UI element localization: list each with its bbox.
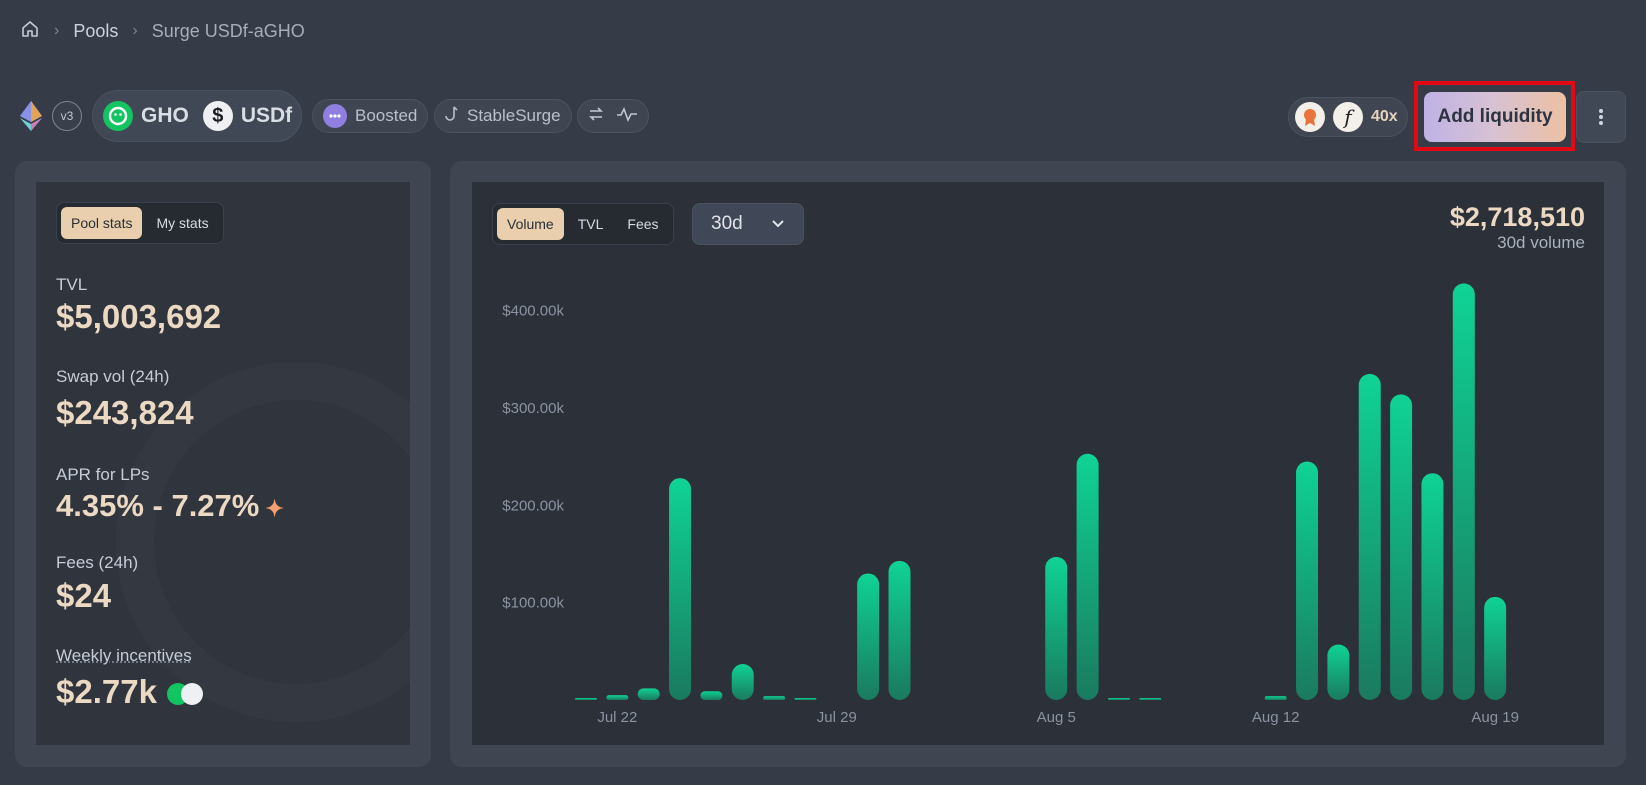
volume-chart: $100.00k $200.00k $300.00k $400.00k Jul 22 Ju… (502, 283, 1519, 726)
chart-bar[interactable] (763, 696, 786, 700)
y-tick-label: $400.00k (502, 303, 564, 320)
chart-bar[interactable] (1264, 696, 1287, 700)
more-vertical-icon[interactable] (1576, 91, 1626, 143)
chart-bar[interactable] (1452, 283, 1475, 700)
incentive-token-icons (166, 683, 203, 706)
stablesurge-label: StableSurge (467, 106, 561, 125)
chart-bar[interactable] (1421, 473, 1444, 700)
chart-bar[interactable] (1484, 596, 1507, 700)
medal-icon (1295, 102, 1325, 132)
add-liquidity-button[interactable]: Add liquidity (1424, 92, 1566, 142)
version-badge: v3 (52, 101, 82, 131)
chart-bar[interactable] (1076, 453, 1099, 700)
stats-tabs: Pool stats My stats (56, 202, 224, 244)
chart-bar[interactable] (888, 560, 911, 700)
y-tick-label: $100.00k (502, 595, 564, 612)
chart-bar[interactable] (1358, 373, 1381, 700)
chart-bar[interactable] (857, 573, 880, 700)
chart-bar[interactable] (1139, 698, 1162, 700)
tvl-value: $5,003,692 (56, 298, 222, 335)
chart-bar[interactable] (1296, 461, 1319, 700)
y-tick-label: $300.00k (502, 400, 564, 417)
chart-bar[interactable] (731, 663, 754, 700)
token-symbol: USDf (240, 104, 293, 127)
x-tick-label: Jul 22 (597, 709, 637, 726)
usdf-icon (180, 683, 203, 706)
pool-features[interactable] (577, 99, 649, 133)
points-badges[interactable]: f 40x (1288, 97, 1408, 137)
gho-icon (103, 101, 133, 131)
breadcrumb-current: Surge USDf-aGHO (151, 20, 305, 41)
f-icon: f (1333, 102, 1363, 132)
chart-bar[interactable] (700, 691, 723, 700)
token-gho: GHO (103, 101, 189, 131)
stats-card: Pool stats My stats TVL $5,003,692 Swap … (36, 182, 410, 745)
stablesurge-tag[interactable]: StableSurge (434, 99, 572, 133)
breadcrumb-pools[interactable]: Pools (73, 21, 118, 42)
token-symbol: GHO (141, 104, 189, 127)
chevron-right-icon: › (54, 22, 60, 39)
stat-label: Fees (24h) (56, 553, 139, 572)
chart-bar[interactable] (669, 478, 692, 700)
boosted-icon (323, 104, 347, 128)
chevron-right-icon: › (132, 22, 138, 39)
weekly-incentives-value: $2.77k (56, 673, 203, 711)
boosted-tag[interactable]: Boosted (312, 99, 429, 133)
usdf-icon: $ (202, 101, 233, 131)
chart-bar[interactable] (1045, 556, 1068, 700)
wave-icon (616, 106, 638, 127)
breadcrumb: › Pools › Surge USDf-aGHO (20, 18, 305, 44)
x-tick-label: Jul 29 (817, 709, 857, 726)
pool-tokens: GHO $ USDf (92, 90, 302, 142)
swap-vol-value: $243,824 (56, 394, 194, 431)
ethereum-icon (18, 100, 44, 132)
swap-icon (588, 106, 604, 127)
home-icon[interactable] (20, 19, 40, 44)
fees-value: $24 (56, 577, 112, 614)
stat-label: Swap vol (24h) (56, 367, 170, 386)
chart-card: Volume TVL Fees 30d $2,718,510 30d volum… (472, 182, 1604, 745)
stat-label: TVL (56, 275, 88, 294)
boosted-label: Boosted (355, 106, 418, 125)
chart-bar[interactable] (606, 695, 629, 700)
chart-bar[interactable] (1107, 698, 1130, 700)
x-tick-label: Aug 19 (1471, 709, 1519, 726)
incentives-amount: $2.77k (56, 673, 157, 710)
y-tick-label: $200.00k (502, 497, 564, 514)
chart-bar[interactable] (575, 698, 597, 700)
stat-label[interactable]: Weekly incentives (56, 646, 192, 666)
chart-bar[interactable] (637, 688, 660, 700)
chart-bar[interactable] (794, 698, 817, 700)
tab-pool-stats[interactable]: Pool stats (61, 207, 143, 239)
token-usdf: $ USDf (202, 101, 293, 131)
x-tick-label: Aug 12 (1252, 709, 1300, 726)
hook-icon (445, 105, 459, 128)
chart-bar[interactable] (1390, 394, 1413, 700)
points-multiplier: 40x (1371, 108, 1398, 125)
sparkle-icon[interactable]: ✦ (265, 496, 283, 521)
chart-bar[interactable] (1327, 644, 1350, 700)
apr-range: 4.35% - 7.27% (56, 488, 260, 523)
stat-label: APR for LPs (56, 465, 150, 484)
x-tick-label: Aug 5 (1037, 709, 1076, 726)
tab-my-stats[interactable]: My stats (146, 207, 218, 239)
apr-value: 4.35% - 7.27% ✦ (56, 488, 284, 524)
